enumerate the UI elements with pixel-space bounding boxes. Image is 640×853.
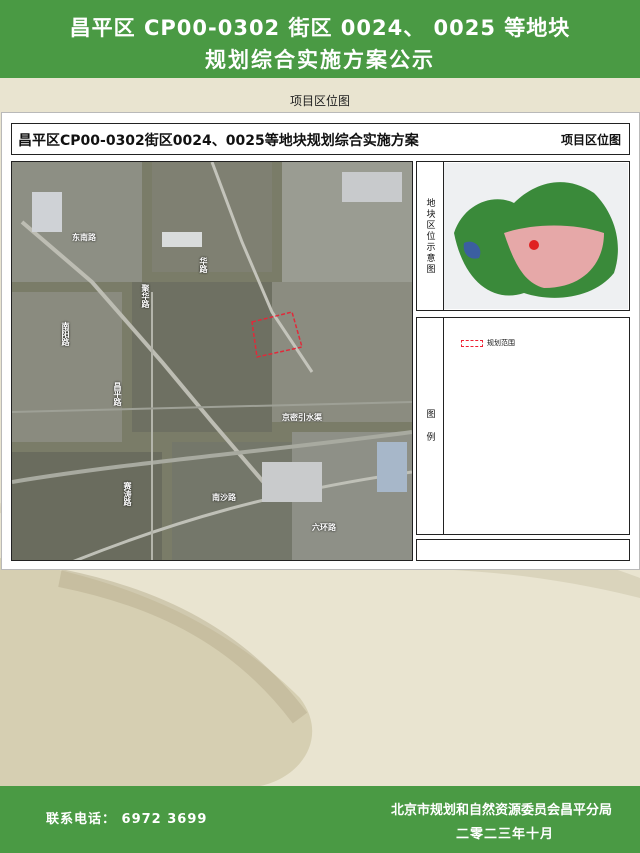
phone-number: 6972 3699 xyxy=(121,812,208,827)
legend-entry: 规划范围 xyxy=(461,338,515,348)
road-label: 南阳路 xyxy=(61,322,70,346)
location-map-frame: 地块区位示意图 xyxy=(416,161,630,311)
panel-subtitle: 项目区位图 xyxy=(560,133,621,147)
contact-phone: 联系电话： 6972 3699 xyxy=(46,808,207,827)
location-minimap xyxy=(444,163,628,309)
road-label: 南沙路 xyxy=(212,493,236,502)
phone-label: 联系电话： xyxy=(46,812,117,827)
road-label: 京密引水渠 xyxy=(282,413,322,422)
page-title-line1: 昌平区 CP00-0302 街区 0024、 0025 等地块 xyxy=(69,16,571,40)
road-label: 昌平路 xyxy=(113,382,122,406)
panel-titlebar: 昌平区CP00-0302街区0024、0025等地块规划综合实施方案 项目区位图 xyxy=(11,123,630,155)
location-map-label: 地块区位示意图 xyxy=(417,162,444,310)
issue-date: 二零二三年十月 xyxy=(455,827,554,842)
project-location-marker xyxy=(529,240,539,250)
footer-banner: 联系电话： 6972 3699 北京市规划和自然资源委员会昌平分局 二零二三年十… xyxy=(0,786,640,853)
page-title-line2: 规划综合实施方案公示 xyxy=(205,48,435,72)
district-map xyxy=(444,163,628,309)
header-banner: 昌平区 CP00-0302 街区 0024、 0025 等地块 规划综合实施方案… xyxy=(0,0,640,78)
panel-title: 昌平区CP00-0302街区0024、0025等地块规划综合实施方案 xyxy=(18,133,419,149)
road-label: 聚华路 xyxy=(141,284,150,308)
road-label: 东南路 xyxy=(72,233,96,242)
road-label: 华路 xyxy=(199,257,208,273)
legend-label: 图 例 xyxy=(417,318,444,534)
section-caption: 项目区位图 xyxy=(289,94,350,108)
road-label: 赛涛路 xyxy=(123,482,132,506)
aerial-map: 东南路 华路 聚华路 南阳路 昌平路 京密引水渠 赛涛路 南沙路 六环路 xyxy=(11,161,413,561)
issuing-organization: 北京市规划和自然资源委员会昌平分局 xyxy=(390,803,612,818)
road-label: 六环路 xyxy=(312,523,336,532)
legend-entry-label: 规划范围 xyxy=(487,339,515,347)
legend-frame: 图 例 规划范围 xyxy=(416,317,630,535)
plan-panel: 昌平区CP00-0302街区0024、0025等地块规划综合实施方案 项目区位图 xyxy=(1,112,640,570)
plan-boundary-swatch xyxy=(461,339,483,347)
blank-frame xyxy=(416,539,630,561)
